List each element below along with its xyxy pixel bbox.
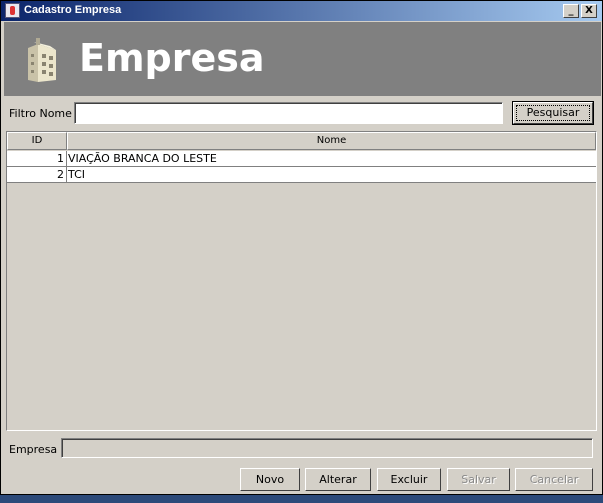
table-row[interactable]: 1 VIAÇÃO BRANCA DO LESTE [7,151,596,167]
window-title: Cadastro Empresa [24,4,122,16]
header-banner: Empresa [4,22,601,96]
java-app-icon [5,3,20,18]
empresa-field [61,438,593,458]
cell-nome: TCI [68,168,85,181]
column-header-nome[interactable]: Nome [67,132,596,150]
search-button[interactable]: Pesquisar [512,101,594,125]
column-header-id[interactable]: ID [7,132,67,150]
minimize-button[interactable]: _ [563,4,579,18]
cell-nome: VIAÇÃO BRANCA DO LESTE [68,152,217,165]
filter-name-input[interactable] [74,102,503,124]
novo-button[interactable]: Novo [240,468,300,491]
empresa-label: Empresa [9,443,58,456]
search-button-label: Pesquisar [516,105,590,121]
cancelar-button[interactable]: Cancelar [515,468,593,491]
cadastro-empresa-window: Cadastro Empresa _ X Empresa Filtro Nome… [0,0,603,495]
building-icon [28,38,56,82]
company-table[interactable]: ID Nome 1 VIAÇÃO BRANCA DO LESTE 2 TCI [6,131,597,431]
title-bar[interactable]: Cadastro Empresa _ X [1,1,602,21]
close-button[interactable]: X [581,4,597,18]
page-title: Empresa [79,36,265,80]
desktop-background [0,495,603,503]
table-row[interactable]: 2 TCI [7,167,596,183]
filter-name-label: Filtro Nome [9,107,72,120]
cell-id: 1 [7,151,67,166]
excluir-button[interactable]: Excluir [377,468,441,491]
alterar-button[interactable]: Alterar [305,468,371,491]
cell-id: 2 [7,167,67,182]
salvar-button[interactable]: Salvar [447,468,510,491]
